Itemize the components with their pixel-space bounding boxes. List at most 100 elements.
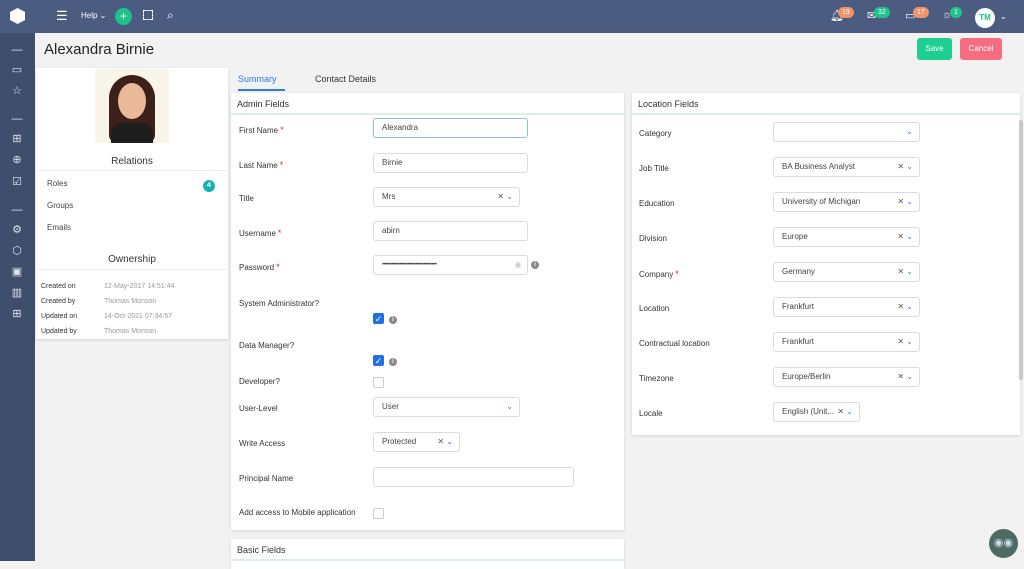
select-controls[interactable]: ✕ ⌄ [837,403,853,421]
developer-checkbox[interactable] [373,377,384,388]
user-avatar[interactable]: TM [975,8,995,28]
tab-contact-details[interactable]: Contact Details [315,74,376,84]
add-button[interactable]: + [115,8,132,25]
search-icon[interactable]: ⌕ [167,8,174,23]
info-icon[interactable]: i [531,261,539,269]
timezone-select[interactable]: Europe/Berlin ✕ ⌄ [773,367,920,387]
education-select[interactable]: University of Michigan ✕ ⌄ [773,192,920,212]
clear-icon[interactable]: ✕ [837,407,844,416]
chevron-down-icon[interactable]: ⌄ [846,407,853,416]
password-input[interactable]: •••••••••••••••••••••••••••••••••• ◉ [373,255,528,275]
cancel-button[interactable]: Cancel [960,38,1002,60]
select-controls[interactable]: ✕ ⌄ [897,368,913,386]
data-manager-checkbox[interactable]: ✓ [373,355,384,366]
app-logo[interactable] [10,8,25,24]
select-controls[interactable]: ✕ ⌄ [897,158,913,176]
contractual-location-select[interactable]: Frankfurt ✕ ⌄ [773,332,920,352]
chat-bot-owl-icon[interactable]: ◉◉ [989,529,1018,558]
user-level-select[interactable]: User ⌄ [373,397,520,417]
select-controls[interactable]: ⌄ [506,398,513,416]
select-controls[interactable]: ✕ ⌄ [437,433,453,451]
chevron-down-icon[interactable]: ⌄ [906,372,913,381]
folder-icon[interactable]: ▭ [10,63,24,77]
save-button[interactable]: Save [917,38,952,60]
username-input[interactable]: abirn [373,221,528,241]
clear-icon[interactable]: ✕ [897,337,904,346]
clear-icon[interactable]: ✕ [897,267,904,276]
star-icon[interactable]: ☆ [10,84,24,98]
select-controls[interactable]: ✕ ⌄ [497,188,513,206]
relation-roles[interactable]: Roles [47,179,67,188]
help-menu[interactable]: Help ⌄ [81,11,106,20]
hamburger-menu-icon[interactable]: ☰ [56,8,68,24]
select-controls[interactable]: ✕ ⌄ [897,193,913,211]
scrollbar[interactable] [1019,120,1023,380]
field-value: English (Unit... [782,407,835,416]
chevron-down-icon[interactable]: ⌄ [506,192,513,201]
ownership-label: Updated by [41,328,77,335]
chevron-down-icon[interactable]: ⌄ [906,267,913,276]
clear-icon[interactable]: ✕ [897,162,904,171]
chevron-down-icon[interactable]: ⌄ [906,197,913,206]
plus-circle-icon[interactable]: ⊕ [10,153,24,167]
divider-icon: — [11,113,23,125]
select-controls[interactable]: ✕ ⌄ [897,298,913,316]
clear-icon[interactable]: ✕ [497,192,504,201]
bar-chart-icon[interactable]: ▥ [10,286,24,300]
field-value: Mrs [382,192,396,201]
category-select[interactable]: ⌄ [773,122,920,142]
label-text: Job Title [639,164,669,173]
system-administrator-label: System Administrator? [239,299,319,308]
user-menu-chevron-icon[interactable]: ⌄ [1000,12,1007,21]
chevron-down-icon[interactable]: ⌄ [906,302,913,311]
chevron-down-icon[interactable]: ⌄ [446,437,453,446]
briefcase-icon[interactable]: ▣ [10,265,24,279]
eye-icon[interactable]: ◉ [515,256,522,274]
clear-icon[interactable]: ✕ [897,372,904,381]
title-select[interactable]: Mrs ✕ ⌄ [373,187,520,207]
help-label: Help [81,11,98,20]
admin-fields-title: Admin Fields [231,93,624,115]
data-manager-label: Data Manager? [239,341,294,350]
last-name-input[interactable]: Birnie [373,153,528,173]
apps-icon[interactable]: ⊞ [10,307,24,321]
cube-icon[interactable]: ⬡ [10,244,24,258]
clear-icon[interactable]: ✕ [897,197,904,206]
write-access-select[interactable]: Protected ✕ ⌄ [373,432,460,452]
clear-icon[interactable]: ✕ [897,302,904,311]
fullscreen-icon[interactable] [143,10,153,20]
clear-icon[interactable]: ✕ [437,437,444,446]
clear-icon[interactable]: ✕ [897,232,904,241]
chevron-down-icon[interactable]: ⌄ [906,232,913,241]
grid-icon[interactable]: ⊞ [10,132,24,146]
relations-title: Relations [111,156,153,167]
relation-emails[interactable]: Emails [47,223,71,232]
select-controls[interactable]: ✕ ⌄ [897,333,913,351]
division-select[interactable]: Europe ✕ ⌄ [773,227,920,247]
job-title-select[interactable]: BA Business Analyst ✕ ⌄ [773,157,920,177]
system-administrator-checkbox[interactable]: ✓ [373,313,384,324]
relation-groups[interactable]: Groups [47,201,73,210]
label-text: Division [639,234,668,243]
checkbox-icon[interactable]: ☑ [10,175,24,189]
select-controls[interactable]: ✕ ⌄ [897,263,913,281]
chevron-down-icon[interactable]: ⌄ [906,162,913,171]
select-controls[interactable]: ⌄ [906,123,913,141]
basic-fields-title: Basic Fields [231,539,624,561]
field-value: Frankfurt [782,337,815,346]
principal-name-input[interactable] [373,467,574,487]
chevron-down-icon[interactable]: ⌄ [906,337,913,346]
add-access-to-mobile-application-checkbox[interactable] [373,508,384,519]
company-select[interactable]: Germany ✕ ⌄ [773,262,920,282]
locale-select[interactable]: English (Unit... ✕ ⌄ [773,402,860,422]
info-icon[interactable]: i [389,316,397,324]
select-controls[interactable]: ✕ ⌄ [897,228,913,246]
gear-icon[interactable]: ⚙ [10,223,24,237]
info-icon[interactable]: i [389,358,397,366]
first-name-input[interactable]: Alexandra [373,118,528,138]
field-value: Alexandra [382,123,419,132]
chevron-down-icon[interactable]: ⌄ [906,127,913,136]
location-select[interactable]: Frankfurt ✕ ⌄ [773,297,920,317]
chevron-down-icon[interactable]: ⌄ [506,402,513,411]
tab-summary[interactable]: Summary [238,74,285,91]
